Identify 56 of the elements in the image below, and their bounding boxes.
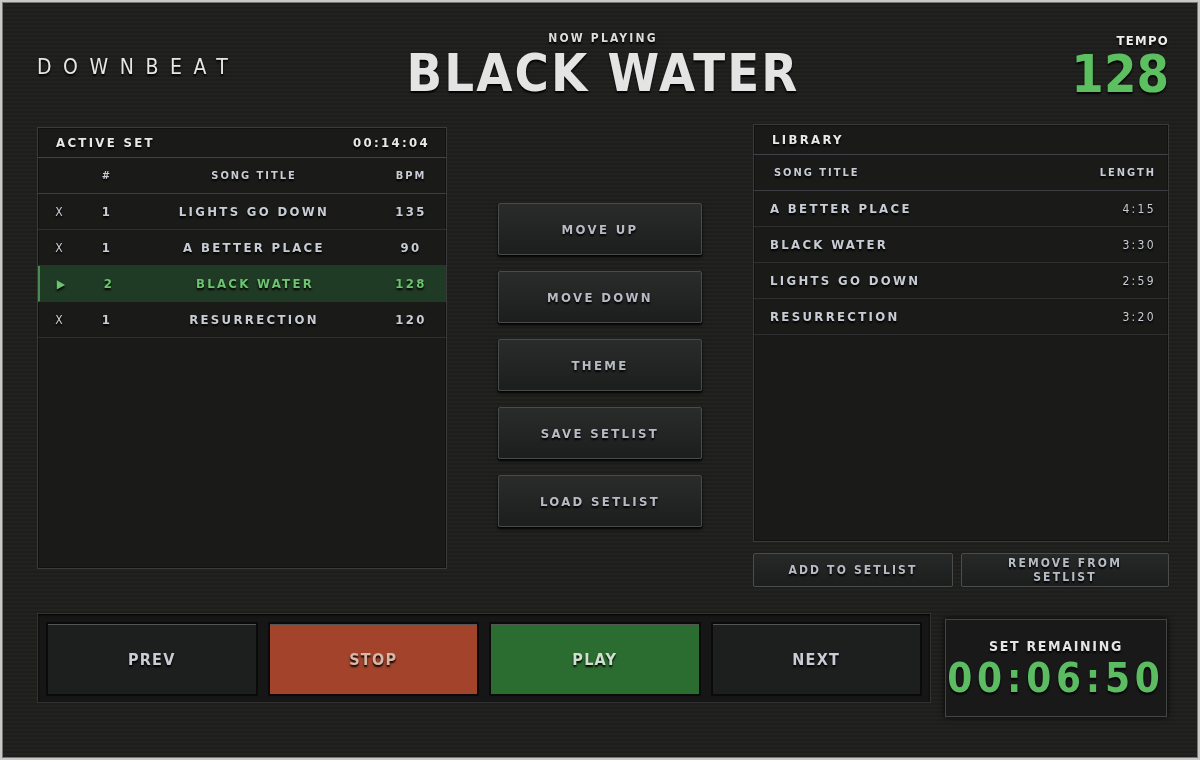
action-button[interactable]: SAVE SETLIST [498, 407, 702, 459]
setlist-row[interactable]: ▶ 2 BLACK WATER 128 [38, 266, 446, 302]
play-button[interactable]: PLAY [489, 622, 701, 696]
song-title: BLACK WATER [194, 276, 316, 291]
song-number: 1 [100, 204, 114, 219]
set-remaining-label: SET REMAINING [989, 638, 1123, 654]
title-header: SONG TITLE [774, 166, 860, 179]
transport-button[interactable]: NEXT [710, 622, 922, 696]
remove-marker[interactable]: X [38, 240, 82, 255]
action-button[interactable]: MOVE DOWN [498, 271, 702, 323]
song-number: 1 [100, 240, 114, 255]
library-row[interactable]: RESURRECTION 3:20 [754, 299, 1168, 335]
song-bpm: 90 [399, 240, 423, 255]
song-title: RESURRECTION [188, 312, 320, 327]
song-title: LIGHTS GO DOWN [177, 204, 331, 219]
action-button[interactable]: LOAD SETLIST [498, 475, 702, 527]
library-button[interactable]: ADD TO SETLIST [753, 553, 953, 587]
library-button[interactable]: REMOVE FROM SETLIST [961, 553, 1169, 587]
library-row[interactable]: A BETTER PLACE 4:15 [754, 191, 1168, 227]
song-title: A BETTER PLACE [770, 201, 912, 216]
song-number: 2 [102, 276, 116, 291]
now-playing-label: NOW PLAYING [548, 31, 658, 45]
song-title: BLACK WATER [770, 237, 889, 252]
panel-title: ACTIVE SET [56, 135, 155, 150]
action-button[interactable]: MOVE UP [498, 203, 702, 255]
song-length: 3:30 [1122, 237, 1156, 252]
action-button[interactable]: THEME [498, 339, 702, 391]
song-length: 4:15 [1122, 201, 1156, 216]
app-logo: DOWNBEAT [37, 55, 240, 79]
song-length: 2:59 [1122, 273, 1156, 288]
tempo-value: 128 [1071, 48, 1169, 100]
transport-button[interactable]: PREV [46, 622, 258, 696]
song-length: 3:20 [1122, 309, 1156, 324]
setlist-row[interactable]: X 1 LIGHTS GO DOWN 135 [38, 194, 446, 230]
now-playing-title: BLACK WATER [406, 47, 800, 99]
song-bpm: 120 [394, 312, 428, 327]
song-title: LIGHTS GO DOWN [770, 273, 921, 288]
number-header: # [100, 169, 114, 182]
setlist-row[interactable]: X 1 RESURRECTION 120 [38, 302, 446, 338]
set-duration: 00:14:04 [353, 135, 430, 150]
set-remaining-time: 00:06:50 [947, 658, 1165, 698]
song-title: A BETTER PLACE [182, 240, 326, 255]
song-bpm: 135 [394, 204, 428, 219]
remove-marker[interactable]: X [38, 204, 82, 219]
panel-title: LIBRARY [772, 132, 844, 147]
bpm-header: BPM [394, 169, 428, 182]
title-header: SONG TITLE [210, 169, 298, 182]
remove-marker[interactable]: X [38, 312, 82, 327]
library-row[interactable]: BLACK WATER 3:30 [754, 227, 1168, 263]
song-title: RESURRECTION [770, 309, 900, 324]
length-header: LENGTH [1099, 166, 1156, 179]
song-bpm: 128 [394, 276, 428, 291]
tempo-label: TEMPO [1116, 33, 1169, 48]
play-marker: ▶ [55, 276, 69, 291]
song-number: 1 [100, 312, 114, 327]
library-row[interactable]: LIGHTS GO DOWN 2:59 [754, 263, 1168, 299]
